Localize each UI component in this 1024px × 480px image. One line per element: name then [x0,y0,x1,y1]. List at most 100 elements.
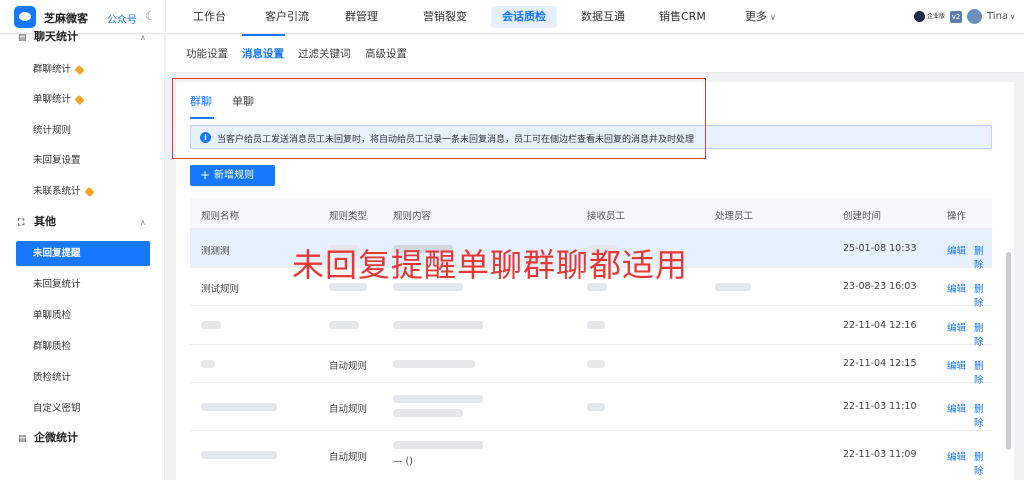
table-row[interactable]: 自动规则 22-11-03 11:10 编辑 删除 [190,383,992,431]
version-badge: v2 [950,11,962,23]
delete-link[interactable]: 删除 [974,449,992,477]
brand-name: 芝麻微客 [44,12,88,25]
rule-type: 自动规则 [329,404,368,415]
vip-gem-icon [74,94,85,105]
sidebar-item-label: 未联系统计 [33,186,81,197]
rule-content-redacted [393,321,483,329]
user-name: Tina [987,11,1009,22]
sidebar-item-custom-key[interactable]: 自定义密钥 [16,396,150,421]
nav-sales-crm[interactable]: 销售CRM [648,6,717,28]
sidebar: ▤ 聊天统计 ∧ 群聊统计 单聊统计 统计规则 未回复设置 未联系统计 ⛶ 其他 ∧… [0,30,165,480]
nav-workbench[interactable]: 工作台 [182,6,237,28]
user-menu[interactable]: Tina ∨ [987,11,1015,22]
moon-icon[interactable]: ☾ [145,9,156,23]
sidebar-item-single-inspection[interactable]: 单聊质检 [16,303,150,328]
sidebar-item-unreplied-reminder[interactable]: 未回复提醒 [16,241,150,266]
tab-filter-keywords[interactable]: 过滤关键词 [298,46,351,61]
sidebar-item-unreplied-stats[interactable]: 未回复统计 [16,272,150,297]
nav-session-inspection[interactable]: 会话质检 [491,6,557,28]
sidebar-item-label: 统计规则 [33,125,72,136]
sidebar-section-label: 聊天统计 [34,30,78,43]
sidebar-item-label: 未回复设置 [33,155,81,166]
annotation-overlay-text: 未回复提醒单聊群聊都适用 [292,246,689,284]
col-rule-name: 规则名称 [201,211,240,222]
delete-link[interactable]: 删除 [974,281,992,309]
chart-icon: ▤ [18,33,27,43]
delete-link[interactable]: 删除 [974,358,992,386]
sidebar-item-inspection-stats[interactable]: 质检统计 [16,365,150,390]
receiver-redacted [587,403,605,411]
col-actions: 操作 [947,211,967,222]
col-created: 创建时间 [843,211,882,222]
sidebar-item-group-stats[interactable]: 群聊统计 [16,57,150,82]
tab-advanced-settings[interactable]: 高级设置 [365,46,407,61]
edit-link[interactable]: 编辑 [947,449,966,463]
rule-name-redacted [201,451,277,459]
sidebar-item-stat-rules[interactable]: 统计规则 [16,118,150,143]
avatar[interactable] [967,9,982,24]
sidebar-item-group-inspection[interactable]: 群聊质检 [16,334,150,359]
rule-name: 测试规则 [201,284,240,295]
edit-link[interactable]: 编辑 [947,243,966,257]
annotation-box [172,78,706,159]
gzh-link[interactable]: 公众号 [107,11,137,26]
sidebar-item-label: 群聊质检 [33,341,72,352]
enterprise-badge: 企业版 [914,11,949,23]
nav-more-label: 更多 [745,10,767,23]
delete-link[interactable]: 删除 [974,243,992,271]
tab-message-settings[interactable]: 消息设置 [242,46,284,61]
created-time: 23-08-23 16:03 [843,281,917,292]
nav-more[interactable]: 更多 ∨ [734,6,787,28]
nav-group-management[interactable]: 群管理 [334,6,389,28]
table-row[interactable]: 自动规则 22-11-04 12:15 编辑 删除 [190,345,992,386]
sidebar-item-label: 单聊统计 [33,94,72,105]
rule-type: 自动规则 [329,361,368,372]
app-logo-icon[interactable] [14,6,36,28]
col-rule-content: 规则内容 [393,211,432,222]
rule-name-redacted [201,360,215,368]
sidebar-section-chat-stats[interactable]: ▤ 聊天统计 [18,27,78,47]
created-time: 25-01-08 10:33 [843,243,917,254]
edit-link[interactable]: 编辑 [947,401,966,415]
rule-name-redacted [201,403,277,411]
receiver-redacted [587,321,605,329]
sidebar-item-label: 单聊质检 [33,310,72,321]
sidebar-section-label: 其他 [34,215,56,228]
add-rule-label: 新增规则 [214,170,254,181]
rule-content: — () [393,456,413,467]
sidebar-item-uncontacted-stats[interactable]: 未联系统计 [16,179,150,204]
settings-tabs: 功能设置 消息设置 过滤关键词 高级设置 [166,35,1024,73]
sidebar-item-label: 未回复统计 [33,279,81,290]
col-receiver: 接收员工 [587,211,626,222]
edit-link[interactable]: 编辑 [947,358,966,372]
table-row[interactable]: 自动规则 — () 22-11-03 11:09 编辑 删除 [190,431,992,480]
edit-link[interactable]: 编辑 [947,281,966,295]
chevron-down-icon: ∨ [1010,13,1016,21]
other-icon: ⛶ [18,218,25,228]
rule-content-redacted [393,395,483,403]
sidebar-section-other[interactable]: ⛶ 其他 [18,212,56,232]
plus-icon: + [200,168,211,182]
tab-function-settings[interactable]: 功能设置 [186,46,228,61]
chevron-up-icon[interactable]: ∧ [140,218,146,227]
nav-customer-acquisition[interactable]: 客户引流 [254,6,320,28]
nav-divider [165,0,166,34]
add-rule-button[interactable]: + 新增规则 [190,165,275,186]
created-time: 22-11-03 11:10 [843,401,917,412]
edit-link[interactable]: 编辑 [947,320,966,334]
created-time: 22-11-03 11:09 [843,449,917,460]
sidebar-item-single-stats[interactable]: 单聊统计 [16,87,150,112]
rule-type: 自动规则 [329,452,368,463]
sidebar-section-wecom-stats[interactable]: ▤ 企微统计 [18,428,78,448]
active-tab-indicator [242,34,285,36]
chevron-up-icon[interactable]: ∧ [140,33,146,42]
rule-content-redacted [393,409,463,417]
delete-link[interactable]: 删除 [974,320,992,348]
nav-marketing[interactable]: 营销裂变 [412,6,478,28]
table-row[interactable]: 22-11-04 12:16 编辑 删除 [190,306,992,348]
vip-gem-icon [83,186,95,197]
delete-link[interactable]: 删除 [974,401,992,429]
vertical-scrollbar[interactable] [1006,252,1011,450]
nav-data-sync[interactable]: 数据互通 [570,6,636,28]
sidebar-item-unreplied-settings[interactable]: 未回复设置 [16,148,150,173]
